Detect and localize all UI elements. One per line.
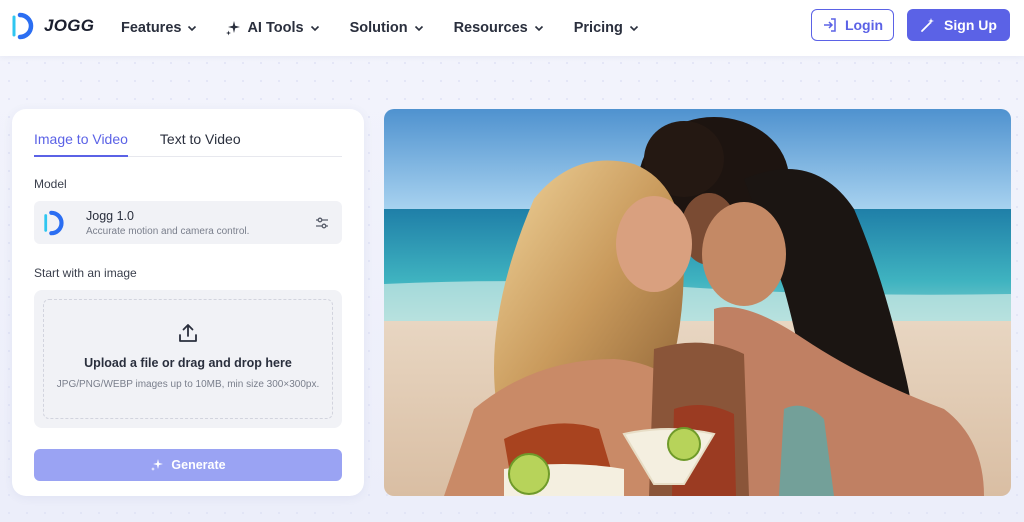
preview-image [384,109,1011,496]
nav-pricing[interactable]: Pricing [574,20,639,36]
upload-icon [179,324,197,342]
nav-ai-tools-label: AI Tools [247,20,304,36]
tab-image-to-video[interactable]: Image to Video [34,129,128,157]
chevron-down-icon [534,25,543,32]
generate-button[interactable]: Generate [34,449,342,481]
login-icon [823,18,836,32]
beach-photo [384,109,1011,496]
signup-button[interactable]: Sign Up [907,9,1010,41]
mode-tabs: Image to Video Text to Video [34,129,342,157]
sparkle-icon [151,459,164,471]
generate-label: Generate [171,458,226,472]
nav-solution-label: Solution [349,20,408,36]
upload-title: Upload a file or drag and drop here [84,356,292,370]
upload-dropzone[interactable]: Upload a file or drag and drop here JPG/… [43,299,333,419]
top-navbar: JOGG Features AI Tools Solution Resource… [0,0,1024,56]
model-name: Jogg 1.0 [86,208,134,223]
sliders-icon[interactable] [314,215,330,231]
upload-area[interactable]: Upload a file or drag and drop here JPG/… [34,290,342,428]
nav-ai-tools[interactable]: AI Tools [225,20,319,36]
generator-panel: Image to Video Text to Video Model Jogg … [12,109,364,496]
upload-hint: JPG/PNG/WEBP images up to 10MB, min size… [56,379,320,390]
chevron-down-icon [310,25,319,32]
nav-features-label: Features [121,20,182,36]
nav-pricing-label: Pricing [573,20,623,36]
nav-resources-label: Resources [453,20,528,36]
brand-name: JOGG [44,16,95,35]
brand-logo[interactable]: JOGG [10,12,94,40]
signup-label: Sign Up [944,17,997,33]
magic-wand-icon [921,18,935,32]
main-nav: Features AI Tools Solution Resources Pri… [121,0,669,56]
chevron-down-icon [629,25,638,32]
login-label: Login [844,17,884,33]
chevron-down-icon [188,25,197,32]
model-info: Jogg 1.0 Accurate motion and camera cont… [86,209,249,237]
tab-text-to-video[interactable]: Text to Video [160,129,241,157]
sparkle-icon [226,21,241,36]
model-selector[interactable]: Jogg 1.0 Accurate motion and camera cont… [34,201,342,244]
login-button[interactable]: Login [811,9,894,41]
chevron-down-icon [414,25,423,32]
nav-solution[interactable]: Solution [350,20,424,36]
nav-features[interactable]: Features [121,20,197,36]
start-image-label: Start with an image [34,266,137,280]
nav-resources[interactable]: Resources [454,20,544,36]
model-description: Accurate motion and camera control. [86,225,250,237]
jogg-model-icon [44,210,64,235]
model-label: Model [34,177,67,191]
jogg-logo-icon [12,12,34,40]
